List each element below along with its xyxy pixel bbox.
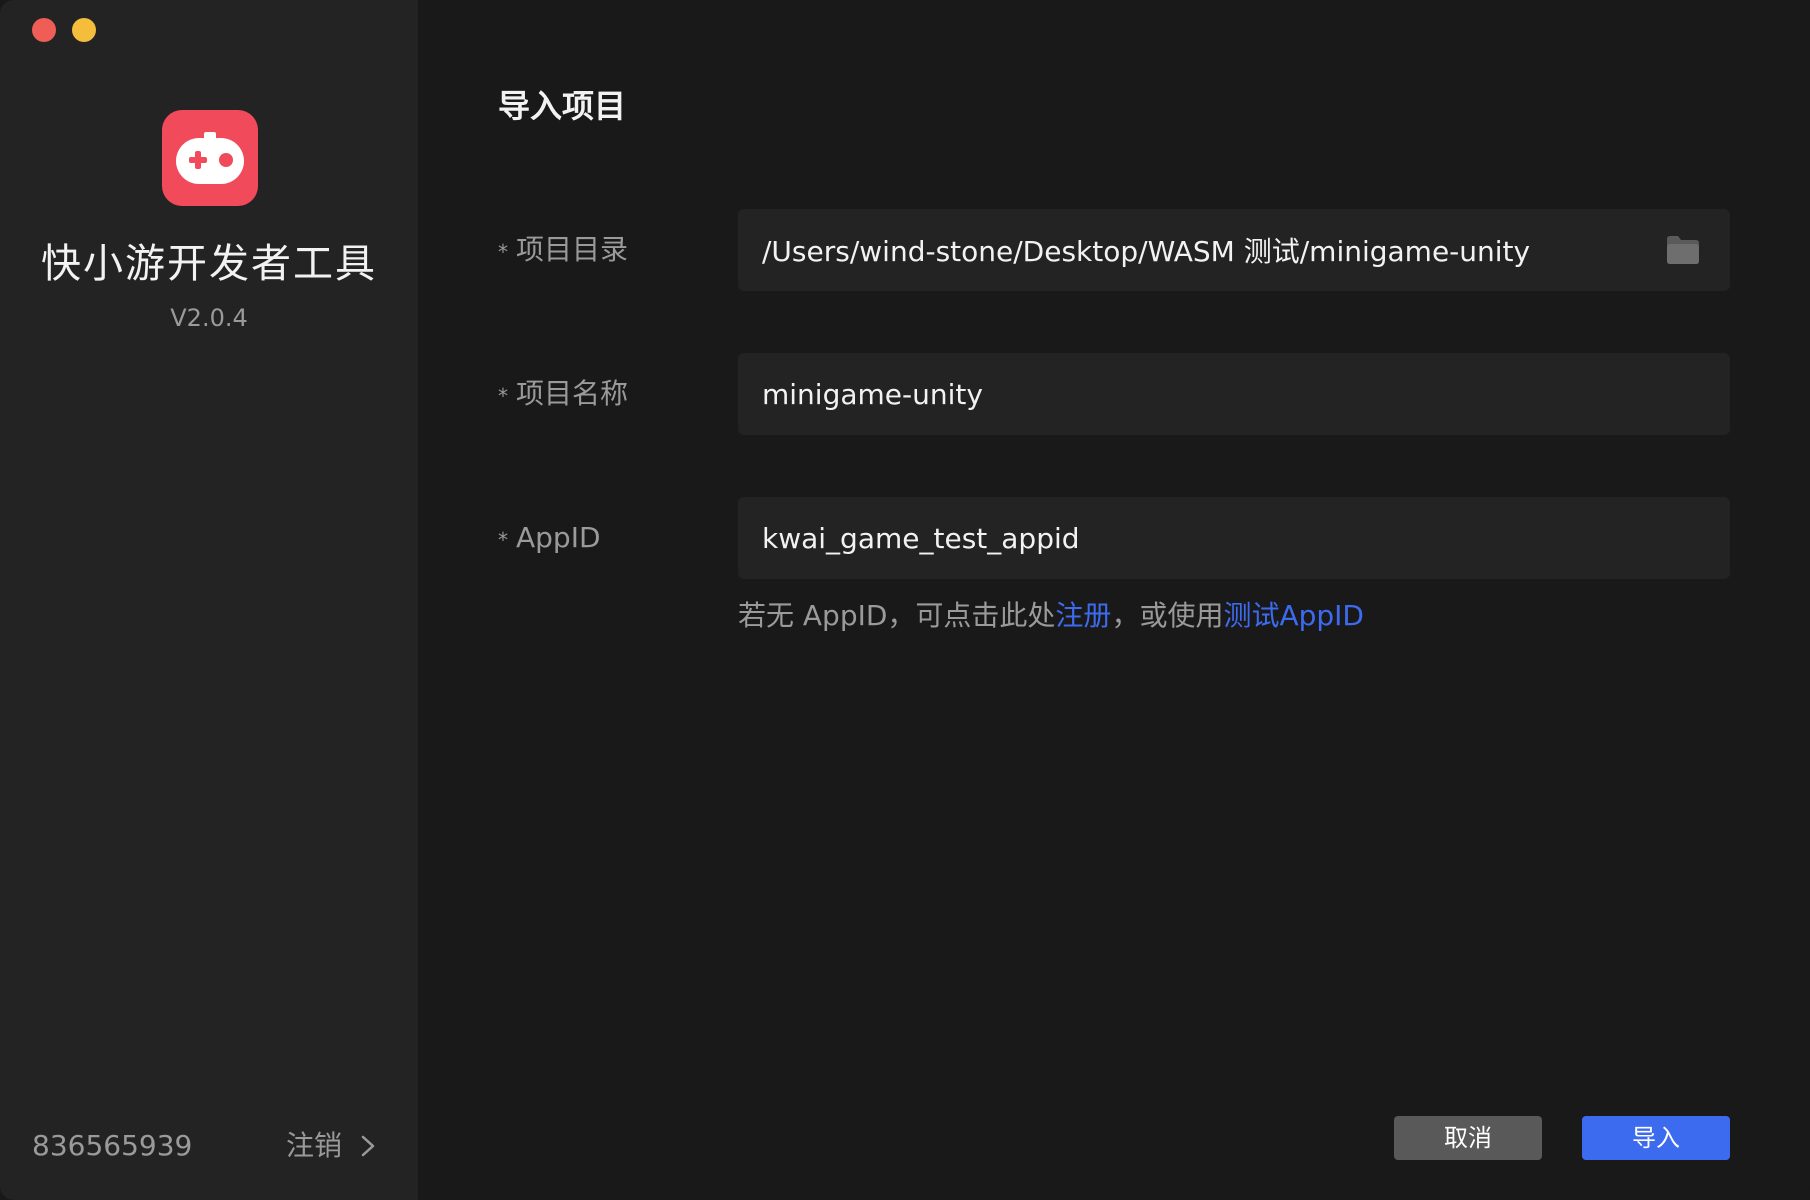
test-appid-link[interactable]: 测试AppID [1223, 599, 1364, 632]
directory-label: * 项目目录 [498, 230, 628, 270]
app-name: 快小游开发者工具 [41, 241, 377, 287]
required-mark: * [498, 528, 508, 552]
logout-button[interactable]: 注销 [286, 1126, 378, 1166]
app-window: 快小游开发者工具 V2.0.4 836565939 注销 导入项目 * 项目目录… [0, 0, 1810, 1200]
appid-hint: 若无 AppID，可点击此处注册，或使用测试AppID [738, 596, 1364, 636]
appid-field[interactable]: kwai_game_test_appid [738, 497, 1730, 579]
name-label-text: 项目名称 [516, 377, 629, 410]
directory-label-text: 项目目录 [516, 233, 629, 266]
hint-middle: ，或使用 [1111, 599, 1224, 632]
minimize-window-button[interactable] [72, 18, 96, 42]
appid-value: kwai_game_test_appid [762, 521, 1080, 555]
chevron-right-icon [361, 1135, 375, 1157]
close-window-button[interactable] [32, 18, 56, 42]
appid-label: * AppID [498, 518, 601, 558]
cancel-button[interactable]: 取消 [1394, 1116, 1542, 1160]
directory-value: /Users/wind-stone/Desktop/WASM 测试/miniga… [762, 235, 1531, 268]
logout-label: 注销 [286, 1129, 343, 1162]
sidebar: 快小游开发者工具 V2.0.4 836565939 注销 [0, 0, 418, 1200]
required-mark: * [498, 384, 508, 408]
name-label: * 项目名称 [498, 374, 628, 414]
project-name-value: minigame-unity [762, 377, 983, 411]
register-link[interactable]: 注册 [1055, 599, 1111, 632]
project-name-field[interactable]: minigame-unity [738, 353, 1730, 435]
user-id: 836565939 [32, 1129, 193, 1162]
app-version: V2.0.4 [170, 304, 248, 332]
folder-icon[interactable] [1666, 235, 1700, 265]
import-button[interactable]: 导入 [1582, 1116, 1730, 1160]
required-mark: * [498, 240, 508, 264]
appid-label-text: AppID [516, 521, 601, 554]
hint-prefix: 若无 AppID，可点击此处 [738, 599, 1056, 632]
page-title: 导入项目 [498, 87, 627, 125]
directory-field[interactable]: /Users/wind-stone/Desktop/WASM 测试/miniga… [738, 209, 1730, 291]
gamepad-logo-icon [162, 110, 258, 206]
